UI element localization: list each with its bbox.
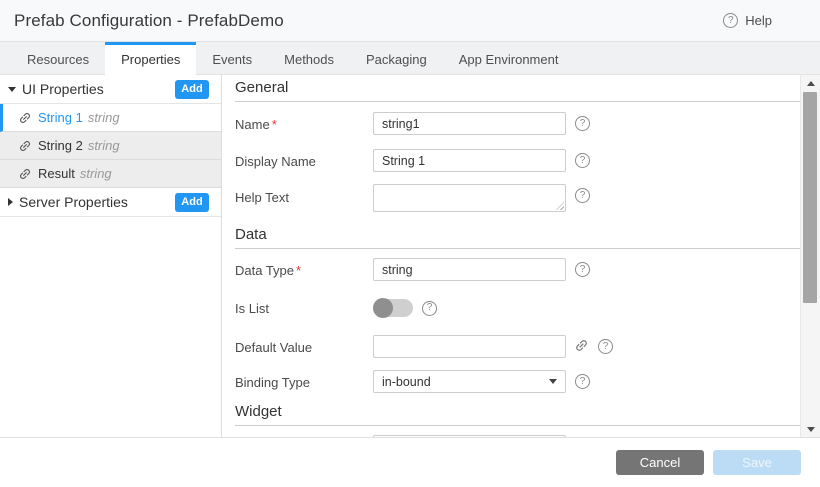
properties-sidebar: UI Properties Add String 1 string String… [0,75,222,437]
help-text-wrap [373,184,566,212]
help-circle-icon: ? [723,13,738,28]
help-circle-icon[interactable]: ? [575,262,590,277]
tab-properties[interactable]: Properties [105,42,196,75]
group-label: UI Properties [22,81,175,97]
label-text: Name [235,117,270,132]
data-type-input[interactable] [373,258,566,281]
group-label: Server Properties [19,194,175,210]
cancel-button[interactable]: Cancel [616,450,704,475]
scroll-down-arrow-icon [807,427,815,432]
required-asterisk: * [272,117,277,132]
help-circle-icon[interactable]: ? [422,301,437,316]
link-icon [15,164,35,184]
field-label: Data Type* [235,262,373,278]
binding-type-select[interactable]: in-bound [373,370,566,393]
field-label: Default Value [235,339,373,355]
tab-label: Methods [284,52,334,67]
display-name-input[interactable] [373,149,566,172]
property-type: string [80,166,112,181]
tab-label: Packaging [366,52,427,67]
dropdown-arrow-icon [549,379,557,384]
tab-methods[interactable]: Methods [268,42,350,74]
property-type: string [88,138,120,153]
field-label: Display Name [235,153,373,169]
is-list-toggle[interactable] [373,299,413,317]
help-circle-icon[interactable]: ? [575,153,590,168]
field-label: Binding Type [235,374,373,390]
label-text: Is List [235,301,269,316]
form-row-binding-type: Binding Type in-bound ? [235,370,808,393]
section-heading-data: Data [235,224,808,249]
scrollbar-down-button[interactable] [801,421,820,437]
tab-label: Events [212,52,252,67]
tab-label: Properties [121,52,180,67]
add-server-property-button[interactable]: Add [175,193,209,212]
section-heading-widget: Widget [235,401,808,426]
form-row-data-type: Data Type* ? [235,258,808,281]
title-bar: Prefab Configuration - PrefabDemo ? Help [0,0,820,42]
help-circle-icon[interactable]: ? [575,188,590,203]
link-icon [15,108,35,128]
link-icon [15,136,35,156]
form-row-name: Name* ? [235,112,808,135]
field-label: Is List [235,300,373,316]
label-text: Help Text [235,190,289,205]
dialog-footer: Cancel Save [0,437,820,487]
property-form: General Name* ? Display Name ? Help Text… [222,75,820,437]
widget-type-select[interactable]: text [373,435,566,437]
help-circle-icon[interactable]: ? [598,339,613,354]
sidebar-item-result[interactable]: Result string [0,160,221,188]
label-text: Default Value [235,340,312,355]
help-link[interactable]: ? Help [723,13,772,28]
form-row-widget-type: Type text ? [235,435,808,437]
ui-properties-group-header[interactable]: UI Properties Add [0,75,221,104]
server-properties-group-header[interactable]: Server Properties Add [0,188,221,217]
form-row-default-value: Default Value ? [235,335,808,358]
property-type: string [88,110,120,125]
label-text: Display Name [235,154,316,169]
tab-events[interactable]: Events [196,42,268,74]
help-circle-icon[interactable]: ? [575,116,590,131]
sidebar-item-string2[interactable]: String 2 string [0,132,221,160]
dialog-body: UI Properties Add String 1 string String… [0,75,820,437]
tab-packaging[interactable]: Packaging [350,42,443,74]
sidebar-item-string1[interactable]: String 1 string [0,104,221,132]
tab-label: Resources [27,52,89,67]
field-label: Help Text [235,184,373,205]
select-value: in-bound [382,375,549,389]
prefab-configuration-dialog: Prefab Configuration - PrefabDemo ? Help… [0,0,820,487]
scroll-up-arrow-icon [807,81,815,86]
scrollbar-thumb[interactable] [803,92,817,303]
property-name: Result [38,166,75,181]
help-circle-icon[interactable]: ? [575,374,590,389]
tab-label: App Environment [459,52,559,67]
toggle-knob [373,298,393,318]
form-row-is-list: Is List ? [235,299,808,317]
bind-property-icon[interactable] [574,338,589,356]
field-label: Name* [235,116,373,132]
vertical-scrollbar[interactable] [800,75,820,437]
form-row-help-text: Help Text ? [235,184,808,212]
help-label: Help [745,13,772,28]
form-row-display-name: Display Name ? [235,149,808,172]
page-title: Prefab Configuration - PrefabDemo [14,11,284,31]
label-text: Data Type [235,263,294,278]
tab-app-environment[interactable]: App Environment [443,42,575,74]
property-name: String 2 [38,138,83,153]
property-name: String 1 [38,110,83,125]
caret-down-icon [8,87,16,92]
help-text-textarea[interactable] [373,184,566,212]
save-button[interactable]: Save [713,450,801,475]
caret-right-icon [8,198,13,206]
scrollbar-up-button[interactable] [801,75,820,91]
required-asterisk: * [296,263,301,278]
name-input[interactable] [373,112,566,135]
section-heading-general: General [235,77,808,102]
tab-bar: Resources Properties Events Methods Pack… [0,42,820,75]
label-text: Binding Type [235,375,310,390]
default-value-input[interactable] [373,335,566,358]
tab-resources[interactable]: Resources [11,42,105,74]
add-ui-property-button[interactable]: Add [175,80,209,99]
